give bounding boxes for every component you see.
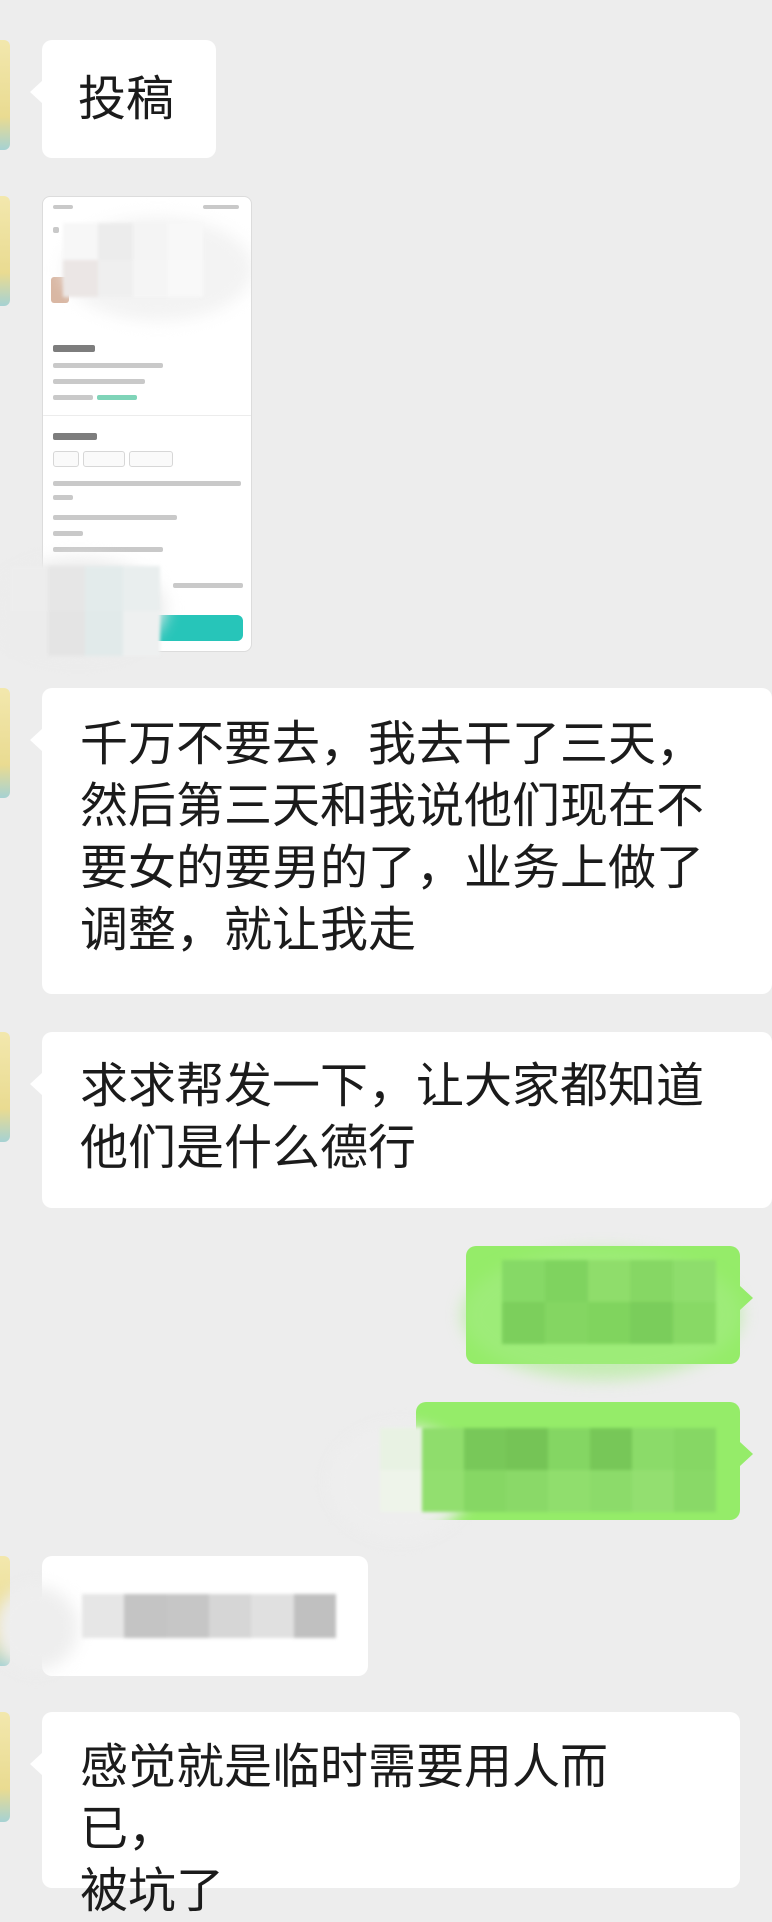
redacted-area bbox=[380, 1428, 716, 1512]
message-text-line: 他们是什么德行 bbox=[80, 1120, 417, 1176]
message-bubble-incoming[interactable]: 投稿 bbox=[30, 40, 216, 158]
avatar[interactable] bbox=[0, 1032, 10, 1142]
redacted-area bbox=[63, 223, 203, 297]
message-bubble-incoming[interactable]: 千万不要去，我去干了三天， 然后第三天和我说他们现在不 要女的要男的了，业务上做… bbox=[30, 688, 772, 994]
message-bubble-incoming[interactable]: 感觉就是临时需要用人而已， 被坑了 bbox=[30, 1712, 740, 1919]
message-text-line: 调整，就让我走 bbox=[80, 902, 417, 958]
message-text-line: 求求帮发一下，让大家都知道 bbox=[80, 1058, 705, 1114]
redacted-area bbox=[82, 1594, 336, 1638]
avatar[interactable] bbox=[0, 196, 10, 306]
message-text-line: 千万不要去，我去干了三天， bbox=[80, 716, 705, 772]
message-text: 投稿 bbox=[78, 71, 175, 127]
redacted-area bbox=[10, 566, 160, 656]
avatar[interactable] bbox=[0, 688, 10, 798]
avatar[interactable] bbox=[0, 40, 10, 150]
message-bubble-incoming[interactable]: 求求帮发一下，让大家都知道 他们是什么德行 bbox=[30, 1032, 772, 1208]
message-text-line: 然后第三天和我说他们现在不 bbox=[80, 778, 705, 834]
avatar[interactable] bbox=[0, 1712, 10, 1822]
message-text-line: 要女的要男的了，业务上做了 bbox=[80, 840, 705, 896]
redacted-area bbox=[502, 1260, 716, 1344]
message-text-line: 感觉就是临时需要用人而已， bbox=[80, 1739, 609, 1857]
message-text-line: 被坑了 bbox=[80, 1863, 225, 1919]
